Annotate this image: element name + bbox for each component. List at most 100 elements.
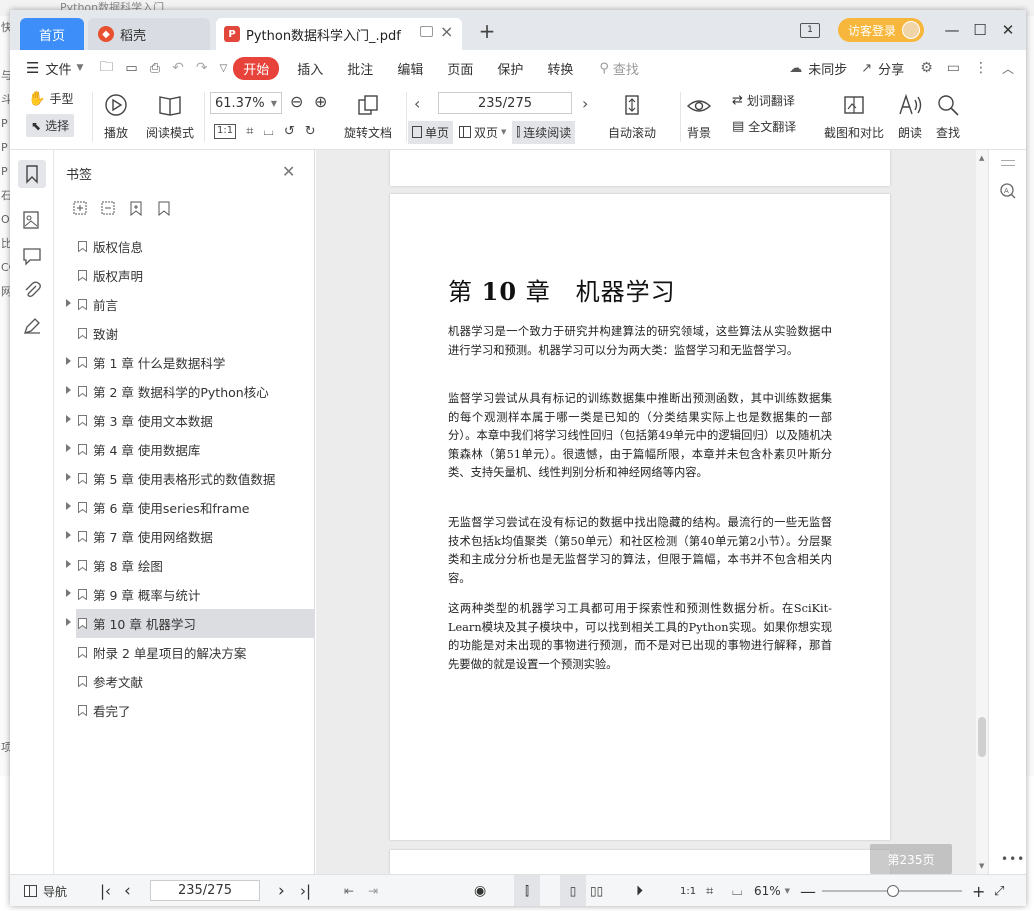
minimize-icon[interactable]: — (938, 21, 966, 39)
single-page-button[interactable]: 单页 (408, 120, 454, 144)
bookmark-item[interactable]: 第 4 章 使用数据库 (54, 435, 315, 464)
attachment-icon[interactable] (22, 280, 42, 300)
expand-arrow-icon[interactable] (66, 386, 71, 394)
window-mode-icon[interactable] (420, 26, 433, 37)
expand-arrow-icon[interactable] (66, 473, 71, 481)
more-quick-icon[interactable]: ▽ (220, 63, 228, 74)
document-view[interactable]: 第 10 章 机器学习 机器学习是一个致力于研究并构建算法的研究领域，这些算法从… (316, 150, 976, 874)
zoom-slider-thumb[interactable] (887, 885, 900, 897)
full-translate-button[interactable]: ▤ 全文翻译 (732, 118, 796, 135)
bookmark-item[interactable]: 致谢 (54, 319, 315, 348)
close-panel-icon[interactable]: ✕ (282, 162, 295, 181)
rotate-left-icon[interactable]: ↺ (284, 124, 295, 139)
bookmark-item[interactable]: 附录 2 单星项目的解决方案 (54, 638, 315, 667)
actual-size-status-icon[interactable]: 1:1 (680, 875, 696, 906)
menu-convert[interactable]: 转换 (535, 59, 585, 78)
zoom-out-icon[interactable]: ⊖ (290, 92, 303, 111)
scroll-up-icon[interactable]: ▲ (979, 154, 984, 162)
zoom-slider[interactable] (822, 885, 962, 897)
menu-page[interactable]: 页面 (435, 59, 485, 78)
read-aloud-button[interactable]: 朗读 (898, 94, 922, 141)
more-icon[interactable]: ⋮ (974, 60, 988, 76)
eye-protect-icon[interactable]: ◉ (474, 875, 486, 906)
expand-arrow-icon[interactable] (66, 502, 71, 510)
previous-page-icon[interactable]: ‹ (414, 94, 420, 113)
maximize-icon[interactable]: ☐ (966, 21, 994, 39)
scroll-down-icon[interactable]: ▼ (979, 862, 984, 870)
expand-arrow-icon[interactable] (66, 618, 71, 626)
actual-size-icon[interactable]: 1:1 (214, 124, 237, 139)
bookmark-item[interactable]: 第 6 章 使用series和frame (54, 493, 315, 522)
thumbnail-icon[interactable] (22, 210, 42, 230)
add-bookmark-icon[interactable] (72, 200, 88, 216)
expand-arrow-icon[interactable] (66, 560, 71, 568)
bookmark-item[interactable]: 版权声明 (54, 261, 315, 290)
workspace-icon[interactable]: 1 (799, 22, 820, 38)
bookmark-item[interactable]: 第 7 章 使用网络数据 (54, 522, 315, 551)
bookmark-item[interactable]: 参考文献 (54, 667, 315, 696)
rotate-right-icon[interactable]: ↻ (305, 124, 316, 139)
more-options-icon[interactable]: ••• (1001, 852, 1025, 866)
undo-icon[interactable]: ↶ (172, 60, 184, 76)
tab-pdf-document[interactable]: P Python数据科学入门_.pdf × (216, 18, 462, 50)
find-button[interactable]: 查找 (936, 94, 960, 141)
fit-page-icon[interactable]: ⌗ (246, 124, 253, 139)
menu-protect[interactable]: 保护 (485, 59, 535, 78)
bookmark-item[interactable]: 第 1 章 什么是数据科学 (54, 348, 315, 377)
first-page-icon[interactable]: |‹ (100, 875, 111, 906)
double-page-button[interactable]: 双页 ▼ (457, 121, 508, 144)
zoom-out-status-icon[interactable]: — (800, 875, 816, 906)
page-number-input[interactable]: 235/275 (438, 92, 572, 114)
save-icon[interactable]: ▭ (125, 61, 137, 76)
new-tab-button[interactable]: + (476, 20, 498, 42)
comment-icon[interactable]: ▭ (947, 60, 960, 76)
read-mode-button[interactable]: 阅读模式 (146, 94, 194, 141)
expand-arrow-icon[interactable] (66, 357, 71, 365)
bookmark-item[interactable]: 前言 (54, 290, 315, 319)
search-text-icon[interactable]: A (999, 182, 1017, 200)
fullscreen-icon[interactable]: ⤢ (994, 875, 1004, 906)
bookmark-item[interactable]: 第 5 章 使用表格形式的数值数据 (54, 464, 315, 493)
status-page-input[interactable]: 235/275 (150, 880, 260, 901)
next-page-status-icon[interactable]: › (278, 875, 285, 906)
expand-arrow-icon[interactable] (66, 444, 71, 452)
close-tab-icon[interactable]: × (440, 22, 453, 41)
settings-icon[interactable]: ⚙ (920, 60, 933, 76)
unsync-label[interactable]: 未同步 (808, 59, 847, 78)
bookmark-item[interactable]: 看完了 (54, 696, 315, 725)
double-page-status-icon[interactable]: ▯▯ (590, 875, 603, 906)
expand-arrow-icon[interactable] (66, 589, 71, 597)
expand-arrow-icon[interactable] (66, 531, 71, 539)
select-tool[interactable]: ⬉ 选择 (26, 114, 75, 137)
bookmark-item[interactable]: 第 10 章 机器学习 (66, 609, 315, 638)
tab-home[interactable]: 首页 (20, 18, 84, 50)
continuous-read-button[interactable]: ⫿ 连续阅读 (512, 120, 576, 144)
guest-login-button[interactable]: 访客登录 (837, 18, 924, 42)
fit-page-status-icon[interactable]: ⌗ (706, 875, 713, 906)
previous-page-status-icon[interactable]: ‹ (124, 875, 131, 906)
search-command[interactable]: ⚲ 查找 (585, 59, 639, 78)
back-icon[interactable]: ⇤ (344, 875, 354, 906)
bookmark-item[interactable]: 第 3 章 使用文本数据 (54, 406, 315, 435)
expand-arrow-icon[interactable] (66, 415, 71, 423)
bookmark-item[interactable]: 第 2 章 数据科学的Python核心 (54, 377, 315, 406)
continuous-status-icon[interactable]: ⫿ (514, 875, 540, 906)
bookmark-item[interactable]: 版权信息 (54, 232, 315, 261)
navigation-toggle[interactable]: 导航 (24, 875, 67, 906)
bookmark-outline-icon[interactable] (128, 200, 144, 216)
screenshot-compare-button[interactable]: 截图和对比 (824, 94, 884, 141)
delete-bookmark-icon[interactable] (156, 200, 172, 216)
play-button[interactable]: 播放 (104, 94, 128, 141)
zoom-in-icon[interactable]: ⊕ (314, 92, 327, 111)
menu-edit[interactable]: 编辑 (385, 59, 435, 78)
tab-daoke[interactable]: ◆ 稻壳 (88, 18, 210, 50)
single-page-status-icon[interactable]: ▯ (560, 875, 586, 906)
scrollbar-thumb[interactable] (978, 717, 986, 757)
bookmark-item[interactable]: 第 9 章 概率与统计 (54, 580, 315, 609)
fit-width-status-icon[interactable]: ⌴ (732, 875, 742, 906)
menu-start[interactable]: 开始 (233, 56, 280, 80)
print-icon[interactable]: ⎙ (150, 61, 160, 76)
auto-scroll-button[interactable]: 自动滚动 (608, 94, 656, 141)
menu-annotate[interactable]: 批注 (335, 59, 385, 78)
zoom-select[interactable]: 61.37% ▼ (210, 92, 282, 114)
